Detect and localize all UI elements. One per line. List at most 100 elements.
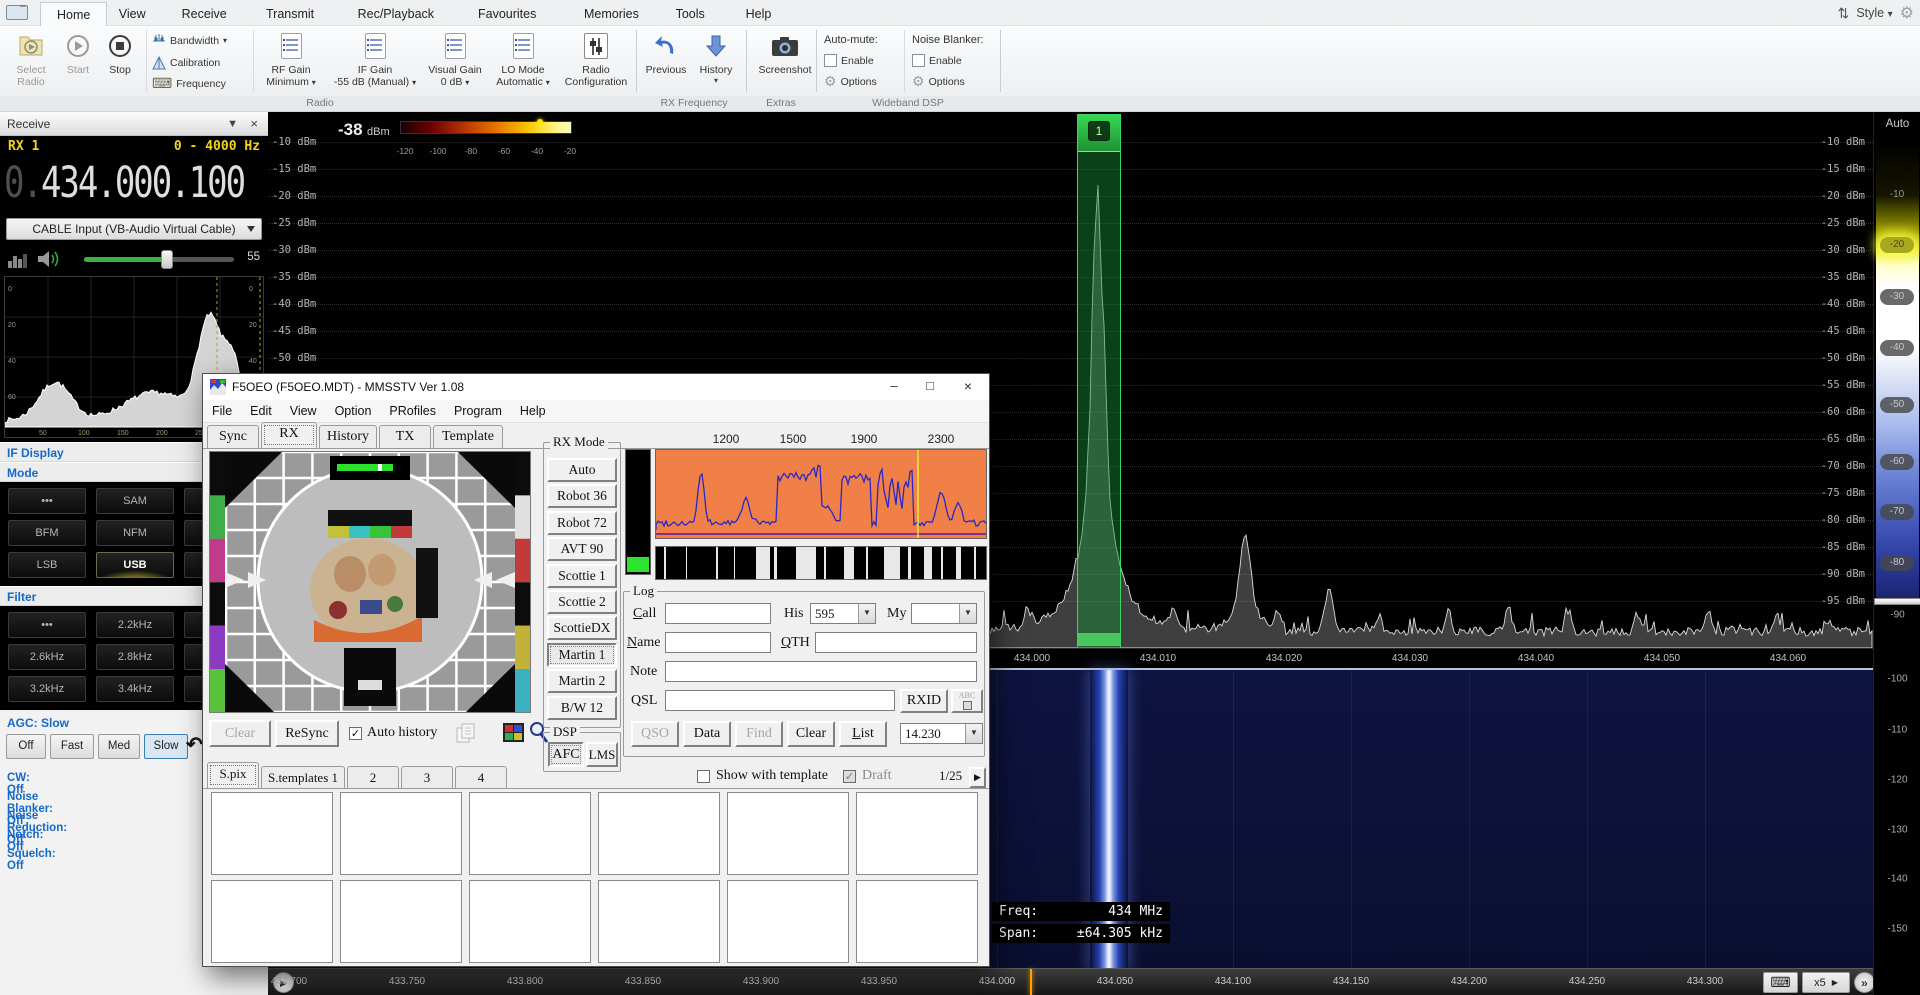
menu-file[interactable]: File <box>203 404 241 418</box>
rf-gain-button[interactable]: RF Gain Minimum ▾ <box>258 29 324 93</box>
draft-checkbox[interactable]: ✓ <box>843 770 856 783</box>
tab-rx[interactable]: RX <box>261 422 317 448</box>
copy-image-icon[interactable] <box>455 722 477 744</box>
previous-button[interactable]: Previous <box>642 29 690 93</box>
frequency-scale-bar[interactable]: ▶ 433.700433.750433.800433.850433.900433… <box>268 968 1873 995</box>
if-gain-button[interactable]: IF Gain -55 dB (Manual) ▾ <box>328 29 422 93</box>
tab2-stemplates1[interactable]: S.templates 1 <box>261 766 345 788</box>
mode-button-[interactable]: ••• <box>8 488 86 514</box>
volume-slider[interactable] <box>84 257 234 262</box>
menu-option[interactable]: Option <box>326 404 381 418</box>
select-radio-button[interactable]: Select Radio <box>6 29 56 93</box>
picture-icon[interactable] <box>503 723 525 745</box>
noiseblanker-options-button[interactable]: ⚙Options <box>912 71 965 92</box>
mode-button-usb[interactable]: USB <box>96 552 174 578</box>
log-freq-combo[interactable]: 14.230▼ <box>900 723 983 744</box>
updown-icon[interactable]: ⇅ <box>1838 5 1850 22</box>
palette-label-m20[interactable]: -20 <box>1880 237 1914 253</box>
stock-thumbnail[interactable] <box>211 880 333 963</box>
mode-button-sam[interactable]: SAM <box>96 488 174 514</box>
history-dropdown-arrow[interactable]: ▾ <box>714 76 718 85</box>
agc-button-slow[interactable]: Slow <box>144 734 188 759</box>
ribbon-tab-recplayback[interactable]: Rec/Playback <box>342 2 450 26</box>
list-button[interactable]: List <box>839 721 887 747</box>
chevron-down-icon[interactable]: ▼ <box>959 604 976 623</box>
ribbon-tab-help[interactable]: Help <box>730 2 788 26</box>
mmsstv-window[interactable]: F5OEO (F5OEO.MDT) - MMSSTV Ver 1.08 – □ … <box>202 373 990 967</box>
sstv-spectrum[interactable] <box>655 449 987 539</box>
stock-thumbnail[interactable] <box>727 880 849 963</box>
tab-tx[interactable]: TX <box>379 425 431 448</box>
palette-label-m50[interactable]: -50 <box>1880 397 1914 413</box>
chevron-down-icon[interactable]: ▼ <box>858 604 875 623</box>
filter-button-28khz[interactable]: 2.8kHz <box>96 644 174 670</box>
bandwidth-button[interactable]: Bandwidth▾ <box>152 30 227 51</box>
rx-mode-martin2[interactable]: Martin 2 <box>547 669 617 693</box>
palette-label-m60[interactable]: -60 <box>1880 454 1914 470</box>
agc-button-fast[interactable]: Fast <box>50 734 94 759</box>
rx-mode-scottiedx[interactable]: ScottieDX <box>547 616 617 640</box>
speaker-icon[interactable] <box>36 248 64 270</box>
palette-label-m40[interactable]: -40 <box>1880 340 1914 356</box>
tab2-4[interactable]: 4 <box>455 766 507 788</box>
start-button[interactable]: Start <box>58 29 98 93</box>
menu-program[interactable]: Program <box>445 404 511 418</box>
rx-mode-robot36[interactable]: Robot 36 <box>547 484 617 508</box>
palette-label-m70[interactable]: -70 <box>1880 504 1914 520</box>
zoom-control[interactable]: x5▶ <box>1802 972 1850 993</box>
mode-button-bfm[interactable]: BFM <box>8 520 86 546</box>
stock-thumbnail[interactable] <box>340 880 462 963</box>
qsl-field[interactable] <box>665 690 895 711</box>
close-button[interactable]: × <box>951 375 985 399</box>
tab2-2[interactable]: 2 <box>347 766 399 788</box>
rx-mode-auto[interactable]: Auto <box>547 458 617 482</box>
data-button[interactable]: Data <box>683 721 731 747</box>
automute-enable-checkbox[interactable]: Enable <box>824 50 874 71</box>
stock-thumbnail[interactable] <box>598 880 720 963</box>
volume-slider-thumb[interactable] <box>161 250 173 269</box>
page-next-button[interactable]: ▶ <box>969 767 986 788</box>
sstv-received-image[interactable] <box>209 451 531 713</box>
maximize-button[interactable]: □ <box>913 375 947 399</box>
palette-gradient[interactable] <box>1876 140 1919 598</box>
stock-thumbnail[interactable] <box>856 792 978 875</box>
palette-label-m30[interactable]: -30 <box>1880 289 1914 305</box>
ribbon-tab-view[interactable]: View <box>103 2 162 26</box>
tab-template[interactable]: Template <box>433 425 503 448</box>
his-combo[interactable]: 595▼ <box>810 603 876 624</box>
close-icon[interactable]: × <box>250 112 258 136</box>
radio-configuration-button[interactable]: Radio Configuration <box>560 29 632 93</box>
tab-sync[interactable]: Sync <box>207 425 259 448</box>
ribbon-tab-transmit[interactable]: Transmit <box>250 2 330 26</box>
minimize-button[interactable]: – <box>877 375 911 399</box>
menu-edit[interactable]: Edit <box>241 404 281 418</box>
rx-mode-avt90[interactable]: AVT 90 <box>547 537 617 561</box>
receive-pane-header[interactable]: Receive ▼ × <box>0 112 268 136</box>
palette-auto-label[interactable]: Auto <box>1874 118 1920 130</box>
stock-thumbnail[interactable] <box>469 792 591 875</box>
resync-button[interactable]: ReSync <box>275 720 339 747</box>
stock-thumbnail[interactable] <box>211 792 333 875</box>
collapse-icon[interactable]: ▼ <box>227 112 238 136</box>
rx-mode-robot72[interactable]: Robot 72 <box>547 511 617 535</box>
lo-mode-button[interactable]: LO Mode Automatic ▾ <box>490 29 556 93</box>
qso-button[interactable]: QSO <box>631 721 679 747</box>
style-dropdown[interactable]: Style ▾ <box>1856 6 1892 20</box>
show-with-template-checkbox[interactable] <box>697 770 710 783</box>
auto-history-checkbox[interactable]: ✓ <box>349 727 362 740</box>
ribbon-tab-receive[interactable]: Receive <box>166 2 243 26</box>
scale-right-button[interactable]: » <box>1854 972 1875 993</box>
stop-button[interactable]: Stop <box>100 29 140 93</box>
menu-view[interactable]: View <box>281 404 326 418</box>
agc-button-med[interactable]: Med <box>98 734 140 759</box>
waterfall-palette-strip[interactable]: Auto -10-20-30-40-50-60-70-80-90-100-110… <box>1873 112 1920 995</box>
tab2-3[interactable]: 3 <box>401 766 453 788</box>
sstv-clear-button[interactable]: Clear <box>209 720 271 747</box>
mmsstv-titlebar[interactable]: F5OEO (F5OEO.MDT) - MMSSTV Ver 1.08 – □ … <box>203 374 989 400</box>
chevron-down-icon[interactable]: ▼ <box>965 724 982 743</box>
rx-mode-scottie1[interactable]: Scottie 1 <box>547 564 617 588</box>
mode-button-nfm[interactable]: NFM <box>96 520 174 546</box>
filter-button-34khz[interactable]: 3.4kHz <box>96 676 174 702</box>
undo-icon[interactable]: ↶ <box>186 732 203 757</box>
filter-button-22khz[interactable]: 2.2kHz <box>96 612 174 638</box>
